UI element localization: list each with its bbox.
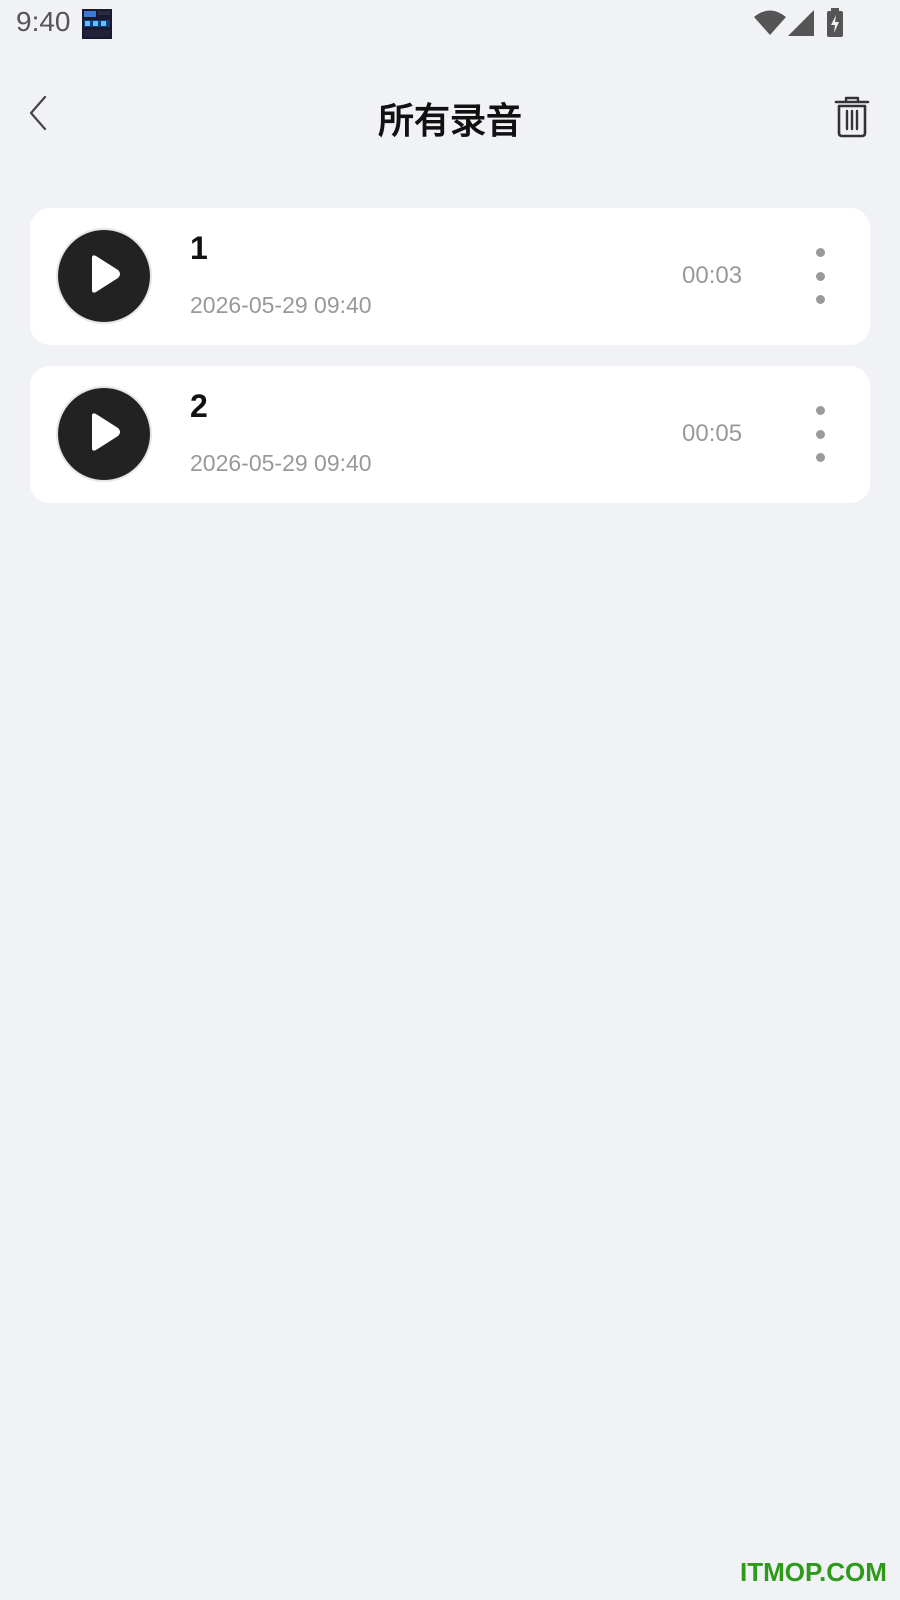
- recording-date: 2026-05-29 09:40: [190, 292, 372, 318]
- more-dot: [815, 453, 825, 462]
- status-bar: 9:40: [0, 0, 900, 50]
- trash-icon: [834, 96, 870, 142]
- more-options-button[interactable]: [812, 248, 828, 304]
- recording-name: 2: [190, 388, 208, 424]
- signal-icon: [788, 10, 814, 40]
- status-time: 9:40: [16, 6, 71, 37]
- page-title: 所有录音: [377, 101, 522, 142]
- play-button[interactable]: [58, 230, 150, 322]
- notification-app-icon: [82, 9, 112, 39]
- recording-date: 2026-05-29 09:40: [190, 450, 372, 476]
- more-dot: [815, 271, 825, 281]
- recording-name: 1: [190, 230, 208, 266]
- play-button[interactable]: [58, 388, 150, 480]
- play-icon: [86, 254, 122, 298]
- battery-charging-icon: [826, 8, 844, 42]
- header: 所有录音: [0, 66, 900, 166]
- more-dot: [815, 295, 825, 304]
- play-icon: [86, 412, 122, 456]
- recording-item[interactable]: 2 2026-05-29 09:40 00:05: [30, 366, 870, 503]
- recording-item[interactable]: 1 2026-05-29 09:40 00:03: [30, 208, 870, 345]
- more-options-button[interactable]: [812, 406, 828, 462]
- wifi-icon: [754, 10, 786, 40]
- more-dot: [815, 406, 825, 415]
- more-dot: [815, 248, 825, 257]
- watermark-text: ITMOP.COM: [740, 1557, 887, 1587]
- recording-list: 1 2026-05-29 09:40 00:03 2 2026-05-29 09…: [30, 208, 870, 524]
- recording-duration: 00:05: [682, 420, 743, 447]
- delete-all-button[interactable]: [828, 94, 876, 144]
- recording-duration: 00:03: [682, 262, 743, 289]
- more-dot: [815, 429, 825, 439]
